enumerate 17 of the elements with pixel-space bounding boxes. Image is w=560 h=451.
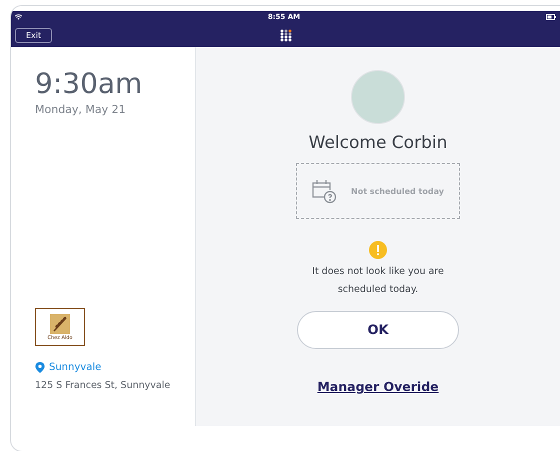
current-date: Monday, May 21 — [35, 103, 127, 116]
exit-button[interactable]: Exit — [15, 28, 52, 42]
app-grid-icon[interactable] — [280, 28, 292, 42]
welcome-heading: Welcome Corbin — [308, 133, 448, 153]
warning-icon — [369, 241, 387, 259]
location-pin-icon — [35, 362, 45, 373]
calendar-question-icon — [311, 178, 337, 204]
wifi-icon — [15, 14, 22, 20]
current-time: 9:30am — [35, 67, 144, 101]
location-name[interactable]: Sunnyvale — [49, 362, 102, 373]
battery-icon — [546, 14, 556, 20]
wheat-icon — [50, 314, 70, 334]
location-address: 125 S Frances St, Sunnyvale — [35, 380, 172, 391]
ok-button[interactable]: OK — [297, 311, 459, 349]
schedule-message: It does not look like you are scheduled today. — [311, 265, 445, 297]
manager-override-link[interactable]: Manager Overide — [317, 379, 439, 394]
schedule-status: Not scheduled today — [351, 186, 444, 196]
